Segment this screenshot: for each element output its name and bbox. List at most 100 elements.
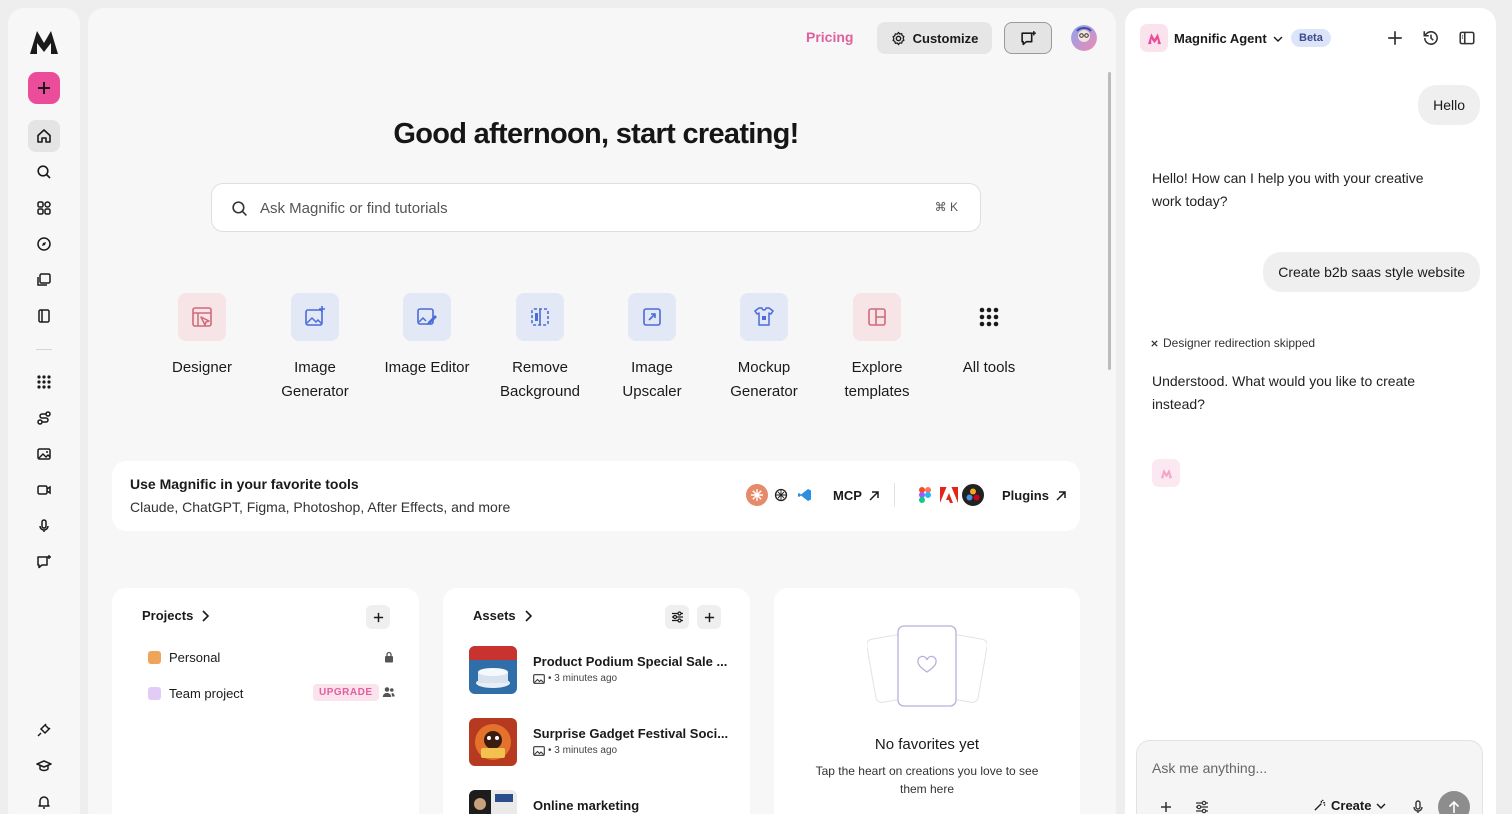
home-icon: [37, 129, 51, 143]
nav-video[interactable]: [28, 474, 60, 506]
nav-plugins[interactable]: [28, 714, 60, 746]
project-item-personal[interactable]: Personal: [148, 650, 398, 665]
chevron-down-icon: [1376, 803, 1386, 809]
favorites-empty-title: No favorites yet: [874, 736, 980, 753]
plugins-label: Plugins: [1002, 488, 1049, 503]
chatgpt-icon: [768, 482, 794, 508]
new-chat-icon[interactable]: [1386, 29, 1404, 47]
asset-time: • 3 minutes ago: [548, 745, 618, 756]
mcp-link[interactable]: MCP: [833, 488, 880, 503]
apps-icon: [37, 201, 51, 215]
asset-info: Product Podium Special Sale ... • 3 minu…: [533, 646, 727, 694]
tool-explore-templates[interactable]: Explore templates: [817, 293, 937, 404]
search-input[interactable]: [260, 196, 880, 220]
nav-images[interactable]: [28, 438, 60, 470]
tool-label: Image Upscaler: [622, 359, 682, 400]
nav-discover[interactable]: [28, 228, 60, 260]
shortcut-hint: ⌘ K: [934, 200, 958, 214]
nav-apps[interactable]: [28, 192, 60, 224]
search-bar[interactable]: ⌘ K: [211, 183, 981, 232]
project-item-team[interactable]: Team project UPGRADE: [148, 684, 398, 701]
nav-workflows[interactable]: [28, 402, 60, 434]
agent-panel: Magnific Agent Beta Hello Hello! How can…: [1125, 8, 1496, 814]
tool-remove-background[interactable]: Remove Background: [480, 293, 600, 404]
user-avatar[interactable]: [1071, 25, 1097, 51]
tool-all-tools[interactable]: All tools: [929, 293, 1049, 380]
tool-label: All tools: [962, 359, 1016, 376]
left-rail: [8, 8, 80, 814]
pricing-link[interactable]: Pricing: [806, 29, 853, 45]
mcp-label: MCP: [833, 488, 862, 503]
status-notice: Designer redirection skipped: [1150, 336, 1315, 350]
tool-image-upscaler[interactable]: Image Upscaler: [592, 293, 712, 404]
favorites-empty-body: Tap the heart on creations you love to s…: [815, 764, 1039, 796]
plugins-link[interactable]: Plugins: [1002, 488, 1067, 503]
beta-badge: Beta: [1291, 29, 1331, 47]
tool-image-generator[interactable]: Image Generator: [255, 293, 375, 404]
feedback-button[interactable]: [1004, 22, 1052, 54]
library-icon: [37, 273, 51, 286]
designer-icon: [192, 307, 212, 327]
figma-icon: [912, 482, 938, 508]
projects-title-text: Projects: [142, 608, 194, 623]
tool-label: Explore templates: [844, 359, 910, 400]
image-editor-icon: [417, 308, 437, 325]
mode-label: Create: [1331, 798, 1372, 813]
plus-icon: [38, 82, 50, 94]
nav-book[interactable]: [28, 300, 60, 332]
agent-selector[interactable]: Magnific Agent: [1174, 31, 1283, 46]
filter-assets-button[interactable]: [665, 605, 689, 629]
microphone-icon[interactable]: [1410, 799, 1426, 814]
nav-home[interactable]: [28, 120, 60, 152]
nav-all-tools[interactable]: [28, 366, 60, 398]
nav-audio[interactable]: [28, 510, 60, 542]
magnific-logo-icon: [1147, 32, 1161, 44]
send-button[interactable]: [1438, 791, 1470, 814]
customize-button[interactable]: Customize: [877, 22, 992, 54]
plus-icon[interactable]: [1158, 799, 1174, 814]
nav-notifications[interactable]: [28, 786, 60, 814]
nav-feedback[interactable]: [28, 546, 60, 578]
tool-image-editor[interactable]: Image Editor: [367, 293, 487, 380]
magnific-logo[interactable]: [28, 28, 60, 56]
chevron-down-icon: [1273, 36, 1283, 42]
nav-search[interactable]: [28, 156, 60, 188]
chat-composer: Create: [1136, 740, 1483, 814]
asset-item[interactable]: Online marketing: [469, 790, 729, 814]
agent-name: Magnific Agent: [1174, 31, 1267, 46]
plus-icon: [373, 612, 383, 622]
upgrade-badge[interactable]: UPGRADE: [313, 684, 379, 701]
workflow-icon: [37, 411, 51, 425]
tool-label: Image Generator: [281, 359, 349, 400]
asset-meta: • 3 minutes ago: [533, 673, 727, 684]
add-project-button[interactable]: [366, 605, 390, 629]
asset-item[interactable]: Surprise Gadget Festival Soci... • 3 min…: [469, 718, 729, 766]
projects-title[interactable]: Projects: [142, 608, 210, 623]
project-name: Team project: [169, 686, 244, 701]
bell-icon: [38, 796, 50, 809]
toggle-panel-icon[interactable]: [1458, 29, 1476, 47]
nav-learn[interactable]: [28, 750, 60, 782]
main-scrollbar[interactable]: [1108, 72, 1111, 370]
nav-library[interactable]: [28, 264, 60, 296]
agent-message: Understood. What would you like to creat…: [1152, 373, 1416, 412]
banner-divider: [894, 483, 895, 507]
add-asset-button[interactable]: [697, 605, 721, 629]
main-panel: Pricing Customize Good afternoon, start …: [88, 8, 1116, 814]
image-icon: [533, 673, 545, 684]
close-icon: [1151, 339, 1158, 347]
asset-item[interactable]: Product Podium Special Sale ... • 3 minu…: [469, 646, 729, 694]
user-message: Hello: [1418, 85, 1480, 125]
customize-label: Customize: [912, 30, 979, 46]
new-creation-button[interactable]: [28, 72, 60, 104]
assets-title[interactable]: Assets: [473, 608, 533, 623]
tool-designer[interactable]: Designer: [142, 293, 262, 380]
chat-input[interactable]: [1152, 757, 1452, 779]
tool-mockup-generator[interactable]: Mockup Generator: [704, 293, 824, 404]
sliders-icon[interactable]: [1194, 799, 1210, 814]
mode-selector[interactable]: Create: [1313, 798, 1386, 813]
history-icon[interactable]: [1422, 29, 1440, 47]
tool-tile: [516, 293, 564, 341]
image-icon: [37, 448, 51, 460]
sliders-icon: [671, 611, 683, 623]
